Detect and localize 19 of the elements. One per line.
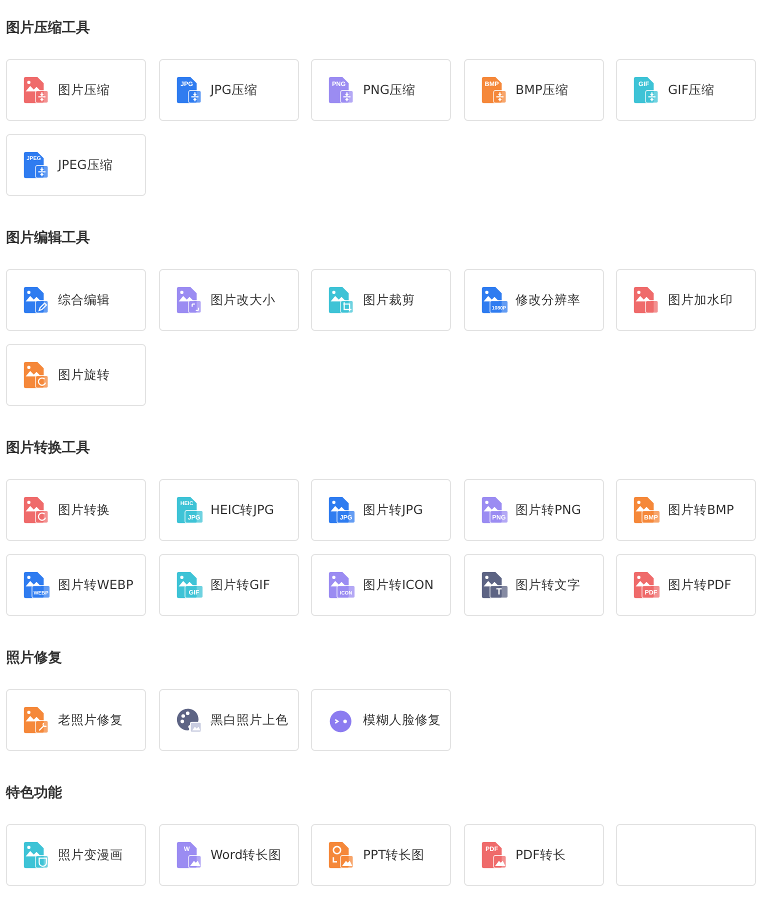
section-title: 图片编辑工具 <box>6 229 91 248</box>
tool-card[interactable]: 图片加水印 <box>616 269 756 331</box>
tool-card[interactable]: 图片转换 <box>6 479 146 541</box>
section-title: 图片压缩工具 <box>6 19 91 38</box>
tool-card[interactable]: 图片压缩 <box>6 59 146 121</box>
tool-card[interactable]: T 图片转文字 <box>464 554 604 616</box>
tool-card[interactable]: PPT转长图 <box>311 824 451 886</box>
tool-card[interactable] <box>616 824 756 886</box>
section-title: 特色功能 <box>6 784 63 803</box>
tool-card[interactable]: 模糊人脸修复 <box>311 689 451 751</box>
section-title: 照片修复 <box>6 649 63 668</box>
section-title: 图片转换工具 <box>6 439 91 458</box>
tool-card[interactable]: 图片旋转 <box>6 344 146 406</box>
tool-card[interactable]: 综合编辑 <box>6 269 146 331</box>
tool-card[interactable]: 黑白照片上色 <box>158 689 298 751</box>
tool-card[interactable]: 图片改大小 <box>158 269 298 331</box>
tool-card[interactable]: 老照片修复 <box>6 689 146 751</box>
tool-card[interactable]: 照片变漫画 <box>6 824 146 886</box>
tool-card[interactable]: 图片裁剪 <box>311 269 451 331</box>
